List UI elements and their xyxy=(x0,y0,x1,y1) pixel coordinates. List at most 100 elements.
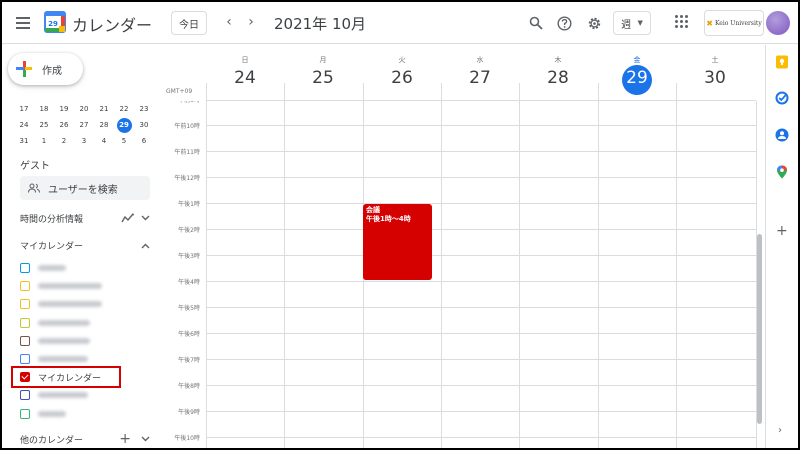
guest-search-input[interactable]: ユーザーを検索 xyxy=(20,176,150,200)
hour-label: 午後1時 xyxy=(178,201,200,208)
create-button[interactable]: 作成 xyxy=(8,53,83,85)
day-header[interactable]: 金 29 xyxy=(598,45,676,101)
view-selector[interactable]: 週 ▼ xyxy=(613,11,651,35)
day-header[interactable]: 日 24 xyxy=(206,45,284,101)
day-number[interactable]: 26 xyxy=(363,68,441,88)
redacted-calendar-name xyxy=(38,265,66,272)
mini-calendar-day[interactable]: 25 xyxy=(34,117,54,133)
calendar-list-item[interactable] xyxy=(20,332,154,350)
day-column-divider xyxy=(676,101,677,448)
day-column-divider xyxy=(598,101,599,448)
calendar-checkbox[interactable] xyxy=(20,317,30,328)
day-column-divider xyxy=(441,101,442,448)
day-number[interactable]: 28 xyxy=(519,68,597,88)
hour-label: 午後9時 xyxy=(178,409,200,416)
organization-badge[interactable]: ✖ Keio University xyxy=(704,10,764,36)
mini-calendar-day[interactable]: 4 xyxy=(94,133,114,149)
mini-calendar-day[interactable]: 23 xyxy=(134,101,154,117)
calendar-checkbox[interactable] xyxy=(20,299,30,310)
calendar-list-item[interactable] xyxy=(20,277,154,295)
hour-label: 午後3時 xyxy=(178,253,200,260)
timezone-label: GMT+09 xyxy=(166,88,193,95)
day-number[interactable]: 30 xyxy=(676,68,754,88)
chevron-right-icon[interactable]: › xyxy=(778,425,782,436)
day-of-week: 木 xyxy=(554,56,562,64)
my-calendars-header[interactable]: マイカレンダー xyxy=(20,239,150,252)
redacted-calendar-name xyxy=(38,392,88,399)
hour-gridline xyxy=(206,177,756,178)
redacted-calendar-name xyxy=(38,319,90,326)
hour-label: 午後12時 xyxy=(174,175,200,182)
day-number[interactable]: 29 xyxy=(598,68,676,88)
mini-calendar-day[interactable]: 19 xyxy=(54,101,74,117)
day-number[interactable]: 27 xyxy=(441,68,519,88)
guest-section-title: ゲスト xyxy=(20,161,50,172)
calendar-checkbox[interactable] xyxy=(20,390,30,401)
mini-calendar-day[interactable]: 21 xyxy=(94,101,114,117)
calendar-checkbox[interactable] xyxy=(20,354,30,365)
google-apps-icon[interactable] xyxy=(675,15,689,29)
account-avatar[interactable] xyxy=(766,11,790,35)
calendar-logo-icon[interactable]: 29 xyxy=(44,11,66,33)
mini-calendar-day[interactable]: 5 xyxy=(114,133,134,149)
add-calendar-plus-icon[interactable]: + xyxy=(119,431,131,447)
mini-calendar-day[interactable]: 20 xyxy=(74,101,94,117)
mini-calendar-day[interactable]: 24 xyxy=(14,117,34,133)
mini-calendar-day[interactable]: 6 xyxy=(134,133,154,149)
tasks-icon[interactable] xyxy=(775,91,789,105)
search-icon[interactable] xyxy=(525,12,547,34)
contacts-icon[interactable] xyxy=(775,128,789,142)
chevron-down-icon[interactable] xyxy=(141,436,150,442)
day-of-week: 金 xyxy=(633,56,641,64)
mini-calendar-day[interactable]: 28 xyxy=(94,117,114,133)
calendar-list-item[interactable] xyxy=(20,314,154,332)
week-view: GMT+09 日 24 月 25 火 26 水 27 木 28 金 29 土 30 午前9時午前10時午前… xyxy=(160,45,765,448)
day-header[interactable]: 月 25 xyxy=(284,45,362,101)
calendar-checkbox[interactable] xyxy=(20,408,30,419)
other-calendars-header[interactable]: 他のカレンダー + xyxy=(20,431,150,447)
help-icon[interactable] xyxy=(553,12,575,34)
day-headers: GMT+09 日 24 月 25 火 26 水 27 木 28 金 29 土 30 xyxy=(160,45,765,101)
mini-calendar-day[interactable]: 18 xyxy=(34,101,54,117)
day-number[interactable]: 25 xyxy=(284,68,362,88)
mini-calendar-day[interactable]: 22 xyxy=(114,101,134,117)
next-week-icon[interactable]: › xyxy=(242,13,260,31)
keep-icon[interactable] xyxy=(775,55,789,69)
day-header[interactable]: 水 27 xyxy=(441,45,519,101)
day-header[interactable]: 火 26 xyxy=(363,45,441,101)
mini-calendar-day[interactable]: 30 xyxy=(134,117,154,133)
event-meeting[interactable]: 会議 午後1時～4時 xyxy=(363,204,432,280)
settings-gear-icon[interactable] xyxy=(583,12,605,34)
mini-calendar-day[interactable]: 1 xyxy=(34,133,54,149)
mini-calendar-day[interactable]: 3 xyxy=(74,133,94,149)
grid-scrollbar[interactable] xyxy=(757,234,762,424)
hour-gridline xyxy=(206,411,756,412)
maps-icon[interactable] xyxy=(775,165,789,179)
mini-calendar-day[interactable]: 31 xyxy=(14,133,34,149)
redacted-calendar-name xyxy=(38,301,102,308)
calendar-checkbox[interactable] xyxy=(20,335,30,346)
mini-calendar-day[interactable]: 26 xyxy=(54,117,74,133)
time-grid[interactable]: 午前9時午前10時午前11時午後12時午後1時午後2時午後3時午後4時午後5時午… xyxy=(160,101,765,448)
calendar-list-item[interactable] xyxy=(20,386,154,404)
main-menu-icon[interactable] xyxy=(12,12,34,34)
annotation-highlight-box xyxy=(11,366,121,388)
day-header[interactable]: 土 30 xyxy=(676,45,754,101)
today-button[interactable]: 今日 xyxy=(171,11,207,35)
day-number[interactable]: 24 xyxy=(206,68,284,88)
add-addon-plus-icon[interactable]: + xyxy=(776,223,788,239)
mini-calendar-day[interactable]: 29 xyxy=(114,117,134,133)
calendar-list-item[interactable] xyxy=(20,405,154,423)
mini-calendar-day[interactable]: 27 xyxy=(74,117,94,133)
mini-calendar-day[interactable]: 2 xyxy=(54,133,74,149)
previous-week-icon[interactable]: ‹ xyxy=(220,13,238,31)
mini-calendar-day[interactable]: 17 xyxy=(14,101,34,117)
day-header[interactable]: 木 28 xyxy=(519,45,597,101)
time-insights-row[interactable]: 時間の分析情報 xyxy=(20,211,150,225)
calendar-list-item[interactable] xyxy=(20,295,154,313)
calendar-checkbox[interactable] xyxy=(20,281,30,292)
current-date-range: 2021年 10月 xyxy=(274,15,367,33)
day-column-divider xyxy=(206,101,207,448)
calendar-list-item[interactable] xyxy=(20,259,154,277)
calendar-checkbox[interactable] xyxy=(20,263,30,274)
